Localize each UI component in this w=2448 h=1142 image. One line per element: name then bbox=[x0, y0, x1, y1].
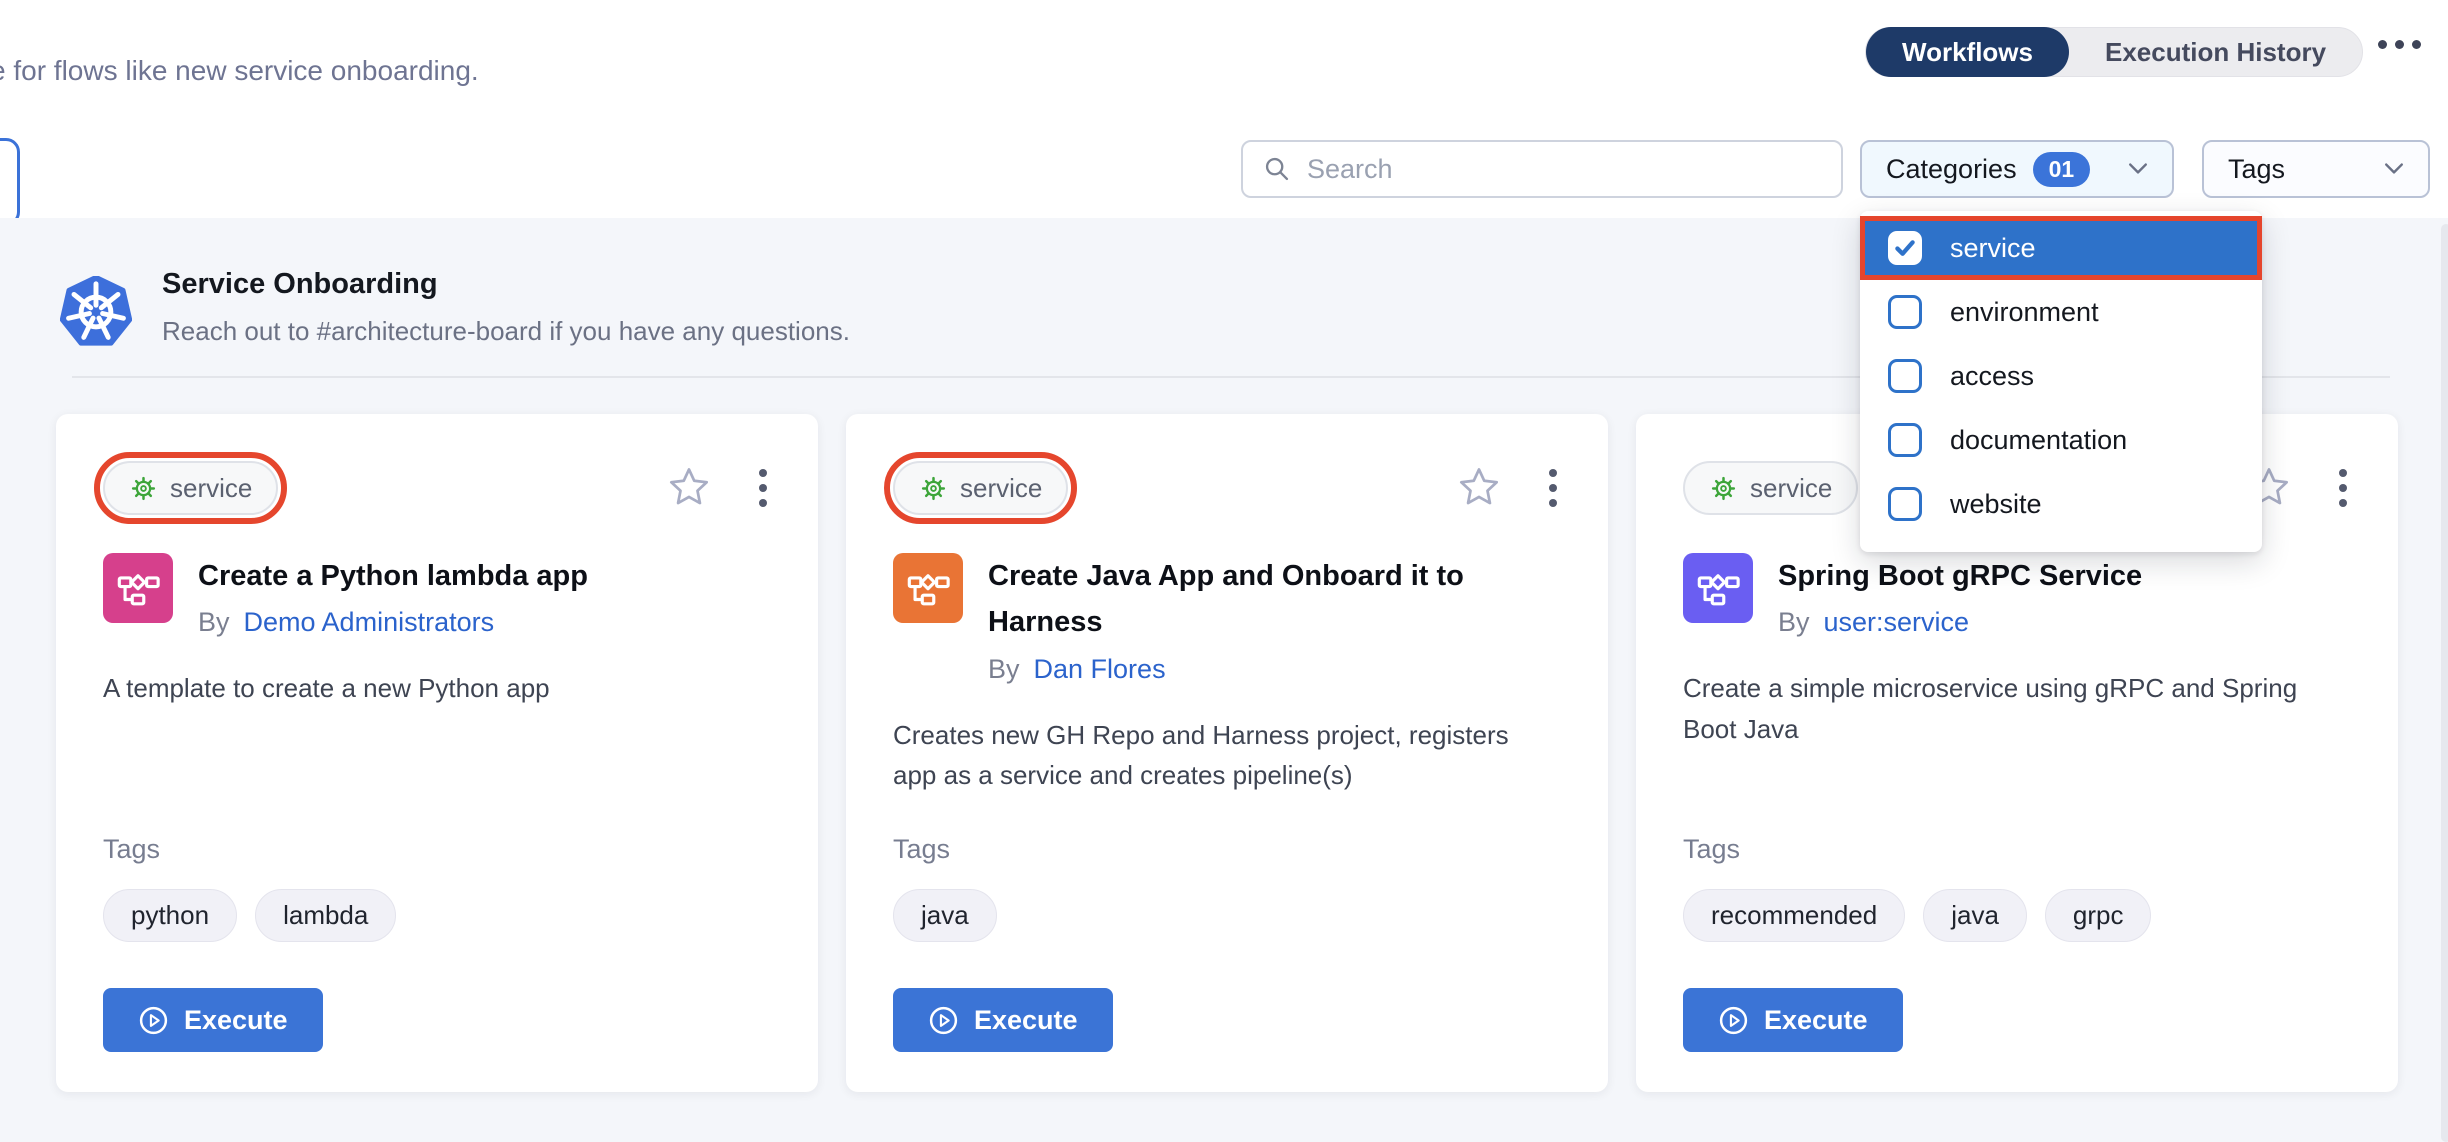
workflow-description: A template to create a new Python app bbox=[103, 668, 743, 708]
checkbox[interactable] bbox=[1888, 359, 1922, 393]
workflow-title: Create a Python lambda app bbox=[198, 553, 588, 599]
checkbox[interactable] bbox=[1888, 295, 1922, 329]
workflow-icon bbox=[1683, 553, 1753, 623]
byline-label: By bbox=[198, 607, 230, 638]
tag-row: python lambda bbox=[103, 889, 771, 942]
kebab-menu-icon[interactable] bbox=[755, 465, 771, 511]
execute-button[interactable]: Execute bbox=[893, 988, 1113, 1052]
gear-icon bbox=[1709, 474, 1738, 503]
category-badge[interactable]: service bbox=[893, 461, 1068, 515]
execute-button-label: Execute bbox=[184, 1005, 288, 1036]
category-option-label: website bbox=[1950, 489, 2042, 520]
author-link[interactable]: Dan Flores bbox=[1034, 654, 1166, 685]
more-menu-icon[interactable] bbox=[2378, 40, 2421, 49]
workflow-icon bbox=[103, 553, 173, 623]
kebab-menu-icon[interactable] bbox=[2335, 465, 2351, 511]
category-badge-wrap: service bbox=[103, 461, 278, 515]
tags-label: Tags bbox=[1683, 834, 2351, 865]
workflow-title: Spring Boot gRPC Service bbox=[1778, 553, 2142, 599]
workflow-icon bbox=[893, 553, 963, 623]
chevron-down-icon bbox=[2360, 162, 2404, 176]
category-option-label: environment bbox=[1950, 297, 2099, 328]
category-option[interactable]: service bbox=[1860, 216, 2262, 280]
execute-button[interactable]: Execute bbox=[103, 988, 323, 1052]
section-title: Service Onboarding bbox=[162, 268, 438, 301]
execute-button-label: Execute bbox=[1764, 1005, 1868, 1036]
tag-chip[interactable]: java bbox=[893, 889, 997, 942]
execute-button[interactable]: Execute bbox=[1683, 988, 1903, 1052]
tag-chip[interactable]: java bbox=[1923, 889, 2027, 942]
category-badge-wrap: service bbox=[1683, 461, 1858, 515]
category-badge-label: service bbox=[960, 473, 1042, 504]
tags-label: Tags bbox=[103, 834, 771, 865]
view-toggle: Workflows Execution History bbox=[1865, 27, 2363, 77]
workflow-card: service bbox=[846, 414, 1608, 1092]
tag-chip[interactable]: lambda bbox=[255, 889, 396, 942]
workflow-title: Create Java App and Onboard it to Harnes… bbox=[988, 553, 1561, 646]
categories-dropdown: service environment access documentation… bbox=[1860, 211, 2262, 552]
tag-row: java bbox=[893, 889, 1561, 942]
tag-chip[interactable]: python bbox=[103, 889, 237, 942]
categories-count-badge: 01 bbox=[2033, 152, 2091, 187]
tags-filter-button[interactable]: Tags bbox=[2202, 140, 2430, 198]
gear-icon bbox=[919, 474, 948, 503]
workflow-card: service bbox=[56, 414, 818, 1092]
tag-chip[interactable]: recommended bbox=[1683, 889, 1905, 942]
kebab-menu-icon[interactable] bbox=[1545, 465, 1561, 511]
play-circle-icon bbox=[138, 1005, 169, 1036]
category-badge[interactable]: service bbox=[103, 461, 278, 515]
workflow-description: Creates new GH Repo and Harness project,… bbox=[893, 715, 1533, 796]
category-option-label: documentation bbox=[1950, 425, 2127, 456]
checkbox[interactable] bbox=[1888, 423, 1922, 457]
author-link[interactable]: user:service bbox=[1824, 607, 1970, 638]
section-subtitle: Reach out to #architecture-board if you … bbox=[162, 316, 850, 347]
gear-icon bbox=[129, 474, 158, 503]
checkbox[interactable] bbox=[1888, 487, 1922, 521]
checkbox[interactable] bbox=[1888, 231, 1922, 265]
categories-filter-label: Categories bbox=[1886, 154, 2017, 185]
tab-workflows[interactable]: Workflows bbox=[1866, 27, 2069, 77]
author-link[interactable]: Demo Administrators bbox=[244, 607, 495, 638]
category-option[interactable]: documentation bbox=[1860, 408, 2262, 472]
category-badge[interactable]: service bbox=[1683, 461, 1858, 515]
tags-filter-label: Tags bbox=[2228, 154, 2285, 185]
page-subtitle-partial: e for flows like new service onboarding. bbox=[0, 55, 479, 87]
category-option-label: access bbox=[1950, 361, 2034, 392]
tag-chip[interactable]: grpc bbox=[2045, 889, 2152, 942]
chevron-down-icon bbox=[2104, 162, 2148, 176]
search-input[interactable] bbox=[1307, 154, 1821, 185]
tab-execution-history[interactable]: Execution History bbox=[2069, 27, 2362, 77]
partial-left-button[interactable] bbox=[0, 138, 20, 226]
category-badge-label: service bbox=[170, 473, 252, 504]
tags-label: Tags bbox=[893, 834, 1561, 865]
search-icon bbox=[1263, 155, 1291, 183]
star-icon[interactable] bbox=[1457, 466, 1501, 510]
category-option[interactable]: access bbox=[1860, 344, 2262, 408]
play-circle-icon bbox=[1718, 1005, 1749, 1036]
search-box[interactable] bbox=[1241, 140, 1843, 198]
category-option[interactable]: website bbox=[1860, 472, 2262, 536]
category-badge-wrap: service bbox=[893, 461, 1068, 515]
execute-button-label: Execute bbox=[974, 1005, 1078, 1036]
category-option-label: service bbox=[1950, 233, 2036, 264]
category-badge-label: service bbox=[1750, 473, 1832, 504]
play-circle-icon bbox=[928, 1005, 959, 1036]
byline-label: By bbox=[1778, 607, 1810, 638]
star-icon[interactable] bbox=[667, 466, 711, 510]
byline-label: By bbox=[988, 654, 1020, 685]
categories-filter-button[interactable]: Categories 01 bbox=[1860, 140, 2174, 198]
category-option[interactable]: environment bbox=[1860, 280, 2262, 344]
tag-row: recommended java grpc bbox=[1683, 889, 2351, 942]
workflow-description: Create a simple microservice using gRPC … bbox=[1683, 668, 2323, 749]
vertical-scrollbar-thumb[interactable] bbox=[2441, 224, 2448, 1142]
kubernetes-icon bbox=[60, 276, 132, 353]
